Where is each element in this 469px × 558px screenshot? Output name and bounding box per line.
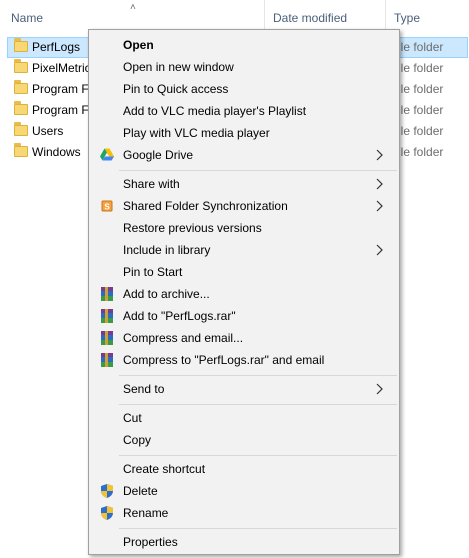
menu-item-label: Cut [123,411,142,425]
menu-item-add-archive[interactable]: Add to archive... [89,283,399,305]
svg-text:S: S [104,203,110,212]
file-name: Program F [32,82,89,96]
menu-item-label: Copy [123,433,152,447]
menu-item-label: Include in library [123,243,211,257]
menu-item-label: Google Drive [123,148,194,162]
folder-icon [14,80,28,94]
menu-item-add-rar[interactable]: Add to "PerfLogs.rar" [89,305,399,327]
menu-item-send-to[interactable]: Send to [89,378,399,400]
menu-item-rename[interactable]: Rename [89,502,399,524]
menu-item-label: Add to archive... [123,287,210,301]
menu-item-label: Compress and email... [123,331,244,345]
menu-item-share-with[interactable]: Share with [89,173,399,195]
menu-separator [119,455,397,456]
folder-icon [14,59,28,73]
folder-icon [14,101,28,115]
file-name: Users [32,124,64,138]
google-drive-icon [99,147,115,163]
menu-item-google-drive[interactable]: Google Drive [89,144,399,166]
file-type: ile folder [398,82,444,96]
file-name: Windows [32,145,81,159]
menu-item-delete[interactable]: Delete [89,480,399,502]
file-name: PerfLogs [32,40,81,54]
winrar-icon [99,286,115,302]
menu-item-pin-start[interactable]: Pin to Start [89,261,399,283]
menu-item-cut[interactable]: Cut [89,407,399,429]
chevron-right-icon [376,178,383,190]
menu-item-create-shortcut[interactable]: Create shortcut [89,458,399,480]
sync-icon: S [99,198,115,214]
file-type: ile folder [398,124,444,138]
menu-item-label: Add to "PerfLogs.rar" [123,309,236,323]
file-name: Program F [32,103,89,117]
menu-item-label: Rename [123,506,169,520]
menu-separator [119,404,397,405]
menu-item-properties[interactable]: Properties [89,531,399,553]
menu-item-label: Properties [123,535,178,549]
menu-item-label: Add to VLC media player's Playlist [123,104,307,118]
menu-item-compress-email[interactable]: Compress and email... [89,327,399,349]
menu-item-compress-rar-email[interactable]: Compress to "PerfLogs.rar" and email [89,349,399,371]
menu-item-copy[interactable]: Copy [89,429,399,451]
menu-item-pin-quick-access[interactable]: Pin to Quick access [89,78,399,100]
menu-item-include-library[interactable]: Include in library [89,239,399,261]
context-menu: Open Open in new window Pin to Quick acc… [88,29,400,555]
winrar-icon [99,330,115,346]
menu-item-restore-versions[interactable]: Restore previous versions [89,217,399,239]
folder-icon [14,143,28,157]
file-type: ile folder [398,145,444,159]
menu-item-shared-folder-sync[interactable]: S Shared Folder Synchronization [89,195,399,217]
menu-item-label: Share with [123,177,180,191]
file-name: PixelMetric [32,61,91,75]
menu-item-open-new-window[interactable]: Open in new window [89,56,399,78]
menu-item-label: Restore previous versions [123,221,262,235]
folder-icon [14,38,28,52]
menu-item-play-vlc[interactable]: Play with VLC media player [89,122,399,144]
chevron-right-icon [376,200,383,212]
menu-item-label: Open in new window [123,60,234,74]
file-type: ile folder [398,103,444,117]
uac-shield-icon [99,505,115,521]
menu-item-label: Play with VLC media player [123,126,270,140]
menu-item-label: Send to [123,382,165,396]
winrar-icon [99,308,115,324]
file-type: ile folder [398,40,444,54]
chevron-right-icon [376,244,383,256]
menu-item-add-vlc-playlist[interactable]: Add to VLC media player's Playlist [89,100,399,122]
menu-item-label: Compress to "PerfLogs.rar" and email [123,353,325,367]
chevron-right-icon [376,383,383,395]
menu-separator [119,375,397,376]
uac-shield-icon [99,483,115,499]
menu-item-label: Shared Folder Synchronization [123,199,288,213]
menu-item-label: Create shortcut [123,462,206,476]
menu-separator [119,528,397,529]
winrar-icon [99,352,115,368]
chevron-right-icon [376,149,383,161]
menu-item-label: Delete [123,484,158,498]
menu-item-label: Pin to Start [123,265,183,279]
file-type: ile folder [398,61,444,75]
menu-separator [119,170,397,171]
menu-item-label: Pin to Quick access [123,82,229,96]
folder-icon [14,122,28,136]
menu-item-open[interactable]: Open [89,34,399,56]
menu-item-label: Open [123,38,154,52]
